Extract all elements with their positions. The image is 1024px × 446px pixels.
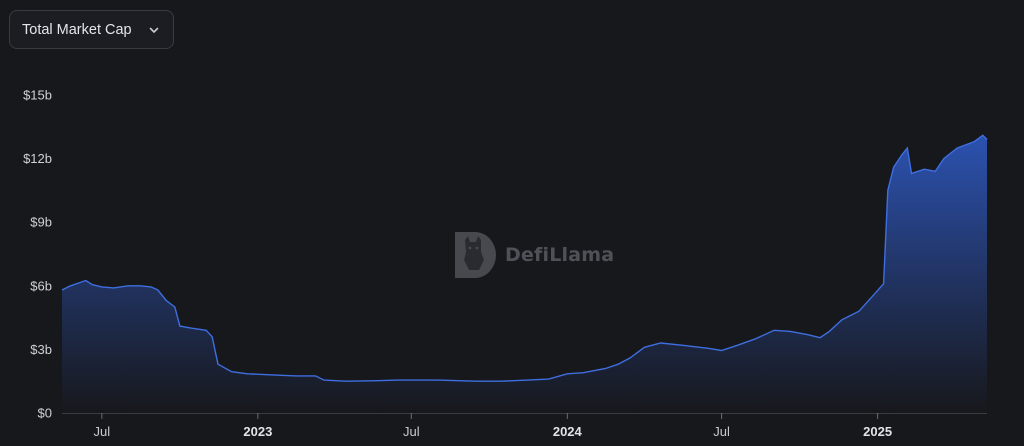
x-tick-label: 2025 xyxy=(863,424,892,439)
watermark: DefiLlama xyxy=(451,230,614,280)
y-tick-label: $15b xyxy=(23,88,52,103)
watermark-text: DefiLlama xyxy=(505,244,615,266)
y-tick-label: $12b xyxy=(23,151,52,166)
y-tick-label: $3b xyxy=(30,342,52,357)
market-cap-chart[interactable]: $0 $3b $6b $9b $12b $15b Jul 2023 Jul 2024 Jul 202… xyxy=(0,0,1024,446)
llama-logo-icon xyxy=(455,232,496,278)
y-tick-label: $6b xyxy=(30,278,52,293)
x-tick-label: 2023 xyxy=(243,424,272,439)
y-axis: $0 $3b $6b $9b $12b $15b xyxy=(23,88,52,421)
x-tick-label: 2024 xyxy=(553,424,583,439)
y-tick-label: $9b xyxy=(30,215,52,230)
y-tick-label: $0 xyxy=(38,406,52,421)
x-tick-label: Jul xyxy=(94,424,111,439)
x-axis: Jul 2023 Jul 2024 Jul 2025 xyxy=(62,413,987,439)
x-tick-label: Jul xyxy=(713,424,730,439)
x-tick-label: Jul xyxy=(403,424,420,439)
